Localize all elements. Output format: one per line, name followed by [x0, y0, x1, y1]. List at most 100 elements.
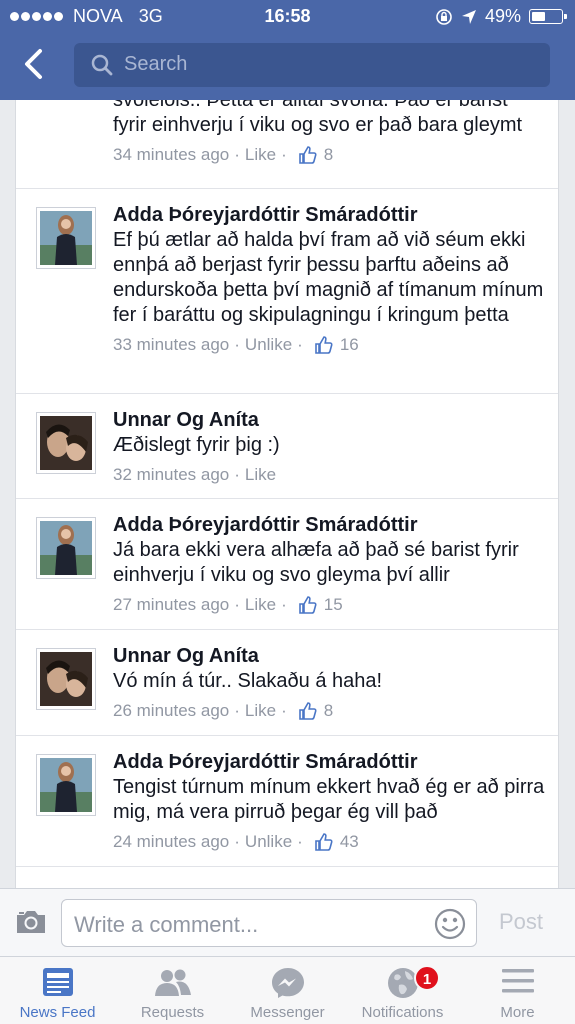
tab-label: Messenger — [250, 1004, 325, 1021]
comment-text: Vó mín á túr.. Slakaðu á haha! — [113, 670, 383, 692]
like-count[interactable]: 43 — [340, 831, 359, 853]
profile-photo — [40, 652, 92, 706]
comment-item: Adda Þóreyjardóttir Smáradóttir Ef þú æt… — [16, 189, 558, 394]
battery-fill — [532, 12, 545, 21]
profile-photo — [40, 758, 92, 812]
post-button[interactable]: Post — [499, 909, 543, 935]
tab-bar: News Feed Requests Messenger 1 Notificat… — [0, 956, 575, 1024]
search-input[interactable]: Search — [74, 43, 550, 87]
comment-meta: 34 minutes ago · Like · 8 — [113, 144, 546, 178]
comment-time: 26 minutes ago — [113, 701, 230, 720]
profile-photo — [40, 416, 92, 470]
comment-time: 34 minutes ago — [113, 145, 230, 164]
like-count[interactable]: 8 — [324, 144, 333, 166]
profile-photo — [40, 521, 92, 575]
commenter-name[interactable]: Adda Þóreyjardóttir Smáradóttir — [113, 203, 546, 228]
tab-label: News Feed — [19, 1004, 96, 1021]
separator-dot: · — [281, 595, 287, 614]
commenter-name[interactable]: Unnar Og Aníta — [113, 644, 546, 669]
commenter-name[interactable]: Adda Þóreyjardóttir Smáradóttir — [113, 750, 546, 775]
comment-composer: Write a comment... Post — [0, 888, 575, 956]
comment-meta: 26 minutes ago · Like · 8 — [113, 700, 546, 734]
thumbs-up-icon — [298, 146, 317, 164]
comment-list[interactable]: svolelols.. Þetta er alltaf svona. Það e… — [15, 100, 559, 888]
like-button[interactable]: Like — [245, 464, 276, 486]
status-right: 49% — [435, 6, 567, 27]
comment-time: 33 minutes ago — [113, 335, 230, 354]
tab-label: Notifications — [361, 1004, 444, 1021]
separator-dot: · — [234, 701, 240, 720]
thumbs-up-icon — [315, 336, 333, 354]
location-arrow-icon — [461, 9, 476, 24]
commenter-name[interactable]: Adda Þóreyjardóttir Smáradóttir — [113, 513, 546, 538]
comment-meta: 24 minutes ago · Unlike · 43 — [113, 831, 546, 865]
separator-dot: · — [234, 145, 240, 164]
camera-icon[interactable] — [14, 908, 48, 936]
avatar[interactable] — [36, 517, 96, 579]
comment-body: svolelols.. Þetta er alltaf svona. Það e… — [113, 100, 558, 178]
commenter-name[interactable]: Unnar Og Aníta — [113, 408, 546, 433]
tab-requests[interactable]: Requests — [115, 957, 230, 1024]
battery-icon — [529, 9, 567, 24]
status-bar: NOVA 3G 16:58 49% — [0, 0, 575, 34]
avatar[interactable] — [36, 754, 96, 816]
comment-text: Já bara ekki vera alhæfa að það sé baris… — [113, 539, 519, 586]
like-count[interactable]: 16 — [340, 334, 359, 356]
separator-dot: · — [297, 832, 303, 851]
unlike-button[interactable]: Unlike — [245, 831, 292, 853]
back-button[interactable] — [16, 46, 52, 82]
tab-messenger[interactable]: Messenger — [230, 957, 345, 1024]
comment-time: 32 minutes ago — [113, 465, 230, 484]
top-bar: NOVA 3G 16:58 49% Search — [0, 0, 575, 100]
globe-icon — [387, 968, 418, 998]
separator-dot: · — [234, 832, 240, 851]
comment-item: Adda Þóreyjardóttir Smáradóttir Tengist … — [16, 736, 558, 867]
comment-text: svolelols.. Þetta er alltaf svona. Það e… — [113, 100, 523, 136]
messenger-icon — [271, 968, 304, 998]
comment-meta: 33 minutes ago · Unlike · 16 — [113, 334, 546, 368]
notification-badge: 1 — [414, 965, 440, 991]
comment-placeholder: Write a comment... — [74, 912, 259, 937]
comment-body: Adda Þóreyjardóttir Smáradóttir Tengist … — [113, 736, 558, 865]
search-placeholder: Search — [124, 53, 188, 75]
like-button[interactable]: Like — [245, 700, 276, 722]
thumbs-up-icon — [298, 596, 317, 614]
comment-meta: 27 minutes ago · Like · 15 — [113, 594, 546, 628]
separator-dot: · — [234, 595, 240, 614]
avatar[interactable] — [36, 648, 96, 710]
comment-text: Ef þú ætlar að halda því fram að við séu… — [113, 229, 544, 326]
comment-item: svolelols.. Þetta er alltaf svona. Það e… — [16, 100, 558, 189]
like-count[interactable]: 15 — [324, 594, 343, 616]
battery-percent: 49% — [484, 6, 521, 26]
search-icon — [91, 54, 113, 76]
comment-body: Adda Þóreyjardóttir Smáradóttir Já bara … — [113, 499, 558, 628]
news-feed-icon — [42, 968, 73, 996]
like-button[interactable]: Like — [245, 594, 276, 616]
comment-body: Adda Þóreyjardóttir Smáradóttir Ef þú æt… — [113, 189, 558, 368]
tab-notifications[interactable]: 1 Notifications — [345, 957, 460, 1024]
comment-time: 27 minutes ago — [113, 595, 230, 614]
menu-icon — [501, 969, 534, 993]
rotation-lock-icon — [436, 8, 452, 25]
comment-input[interactable]: Write a comment... — [61, 899, 477, 947]
comment-body: Unnar Og Aníta Vó mín á túr.. Slakaðu á … — [113, 630, 558, 734]
separator-dot: · — [281, 145, 287, 164]
friend-requests-icon — [154, 969, 191, 996]
like-count[interactable]: 8 — [324, 700, 333, 722]
unlike-button[interactable]: Unlike — [245, 334, 292, 356]
comment-text: Æðislegt fyrir þig :) — [113, 434, 280, 456]
separator-dot: · — [234, 335, 240, 354]
profile-photo — [40, 211, 92, 265]
avatar[interactable] — [36, 412, 96, 474]
tab-label: Requests — [140, 1004, 205, 1021]
comment-meta: 32 minutes ago · Like — [113, 464, 546, 498]
smiley-icon[interactable] — [434, 908, 466, 940]
thumbs-up-icon — [298, 702, 317, 720]
like-button[interactable]: Like — [245, 144, 276, 166]
chevron-left-icon — [25, 49, 42, 79]
comment-item: Adda Þóreyjardóttir Smáradóttir Já bara … — [16, 499, 558, 630]
tab-more[interactable]: More — [460, 957, 575, 1024]
separator-dot: · — [297, 335, 303, 354]
avatar[interactable] — [36, 207, 96, 269]
tab-news-feed[interactable]: News Feed — [0, 957, 115, 1024]
